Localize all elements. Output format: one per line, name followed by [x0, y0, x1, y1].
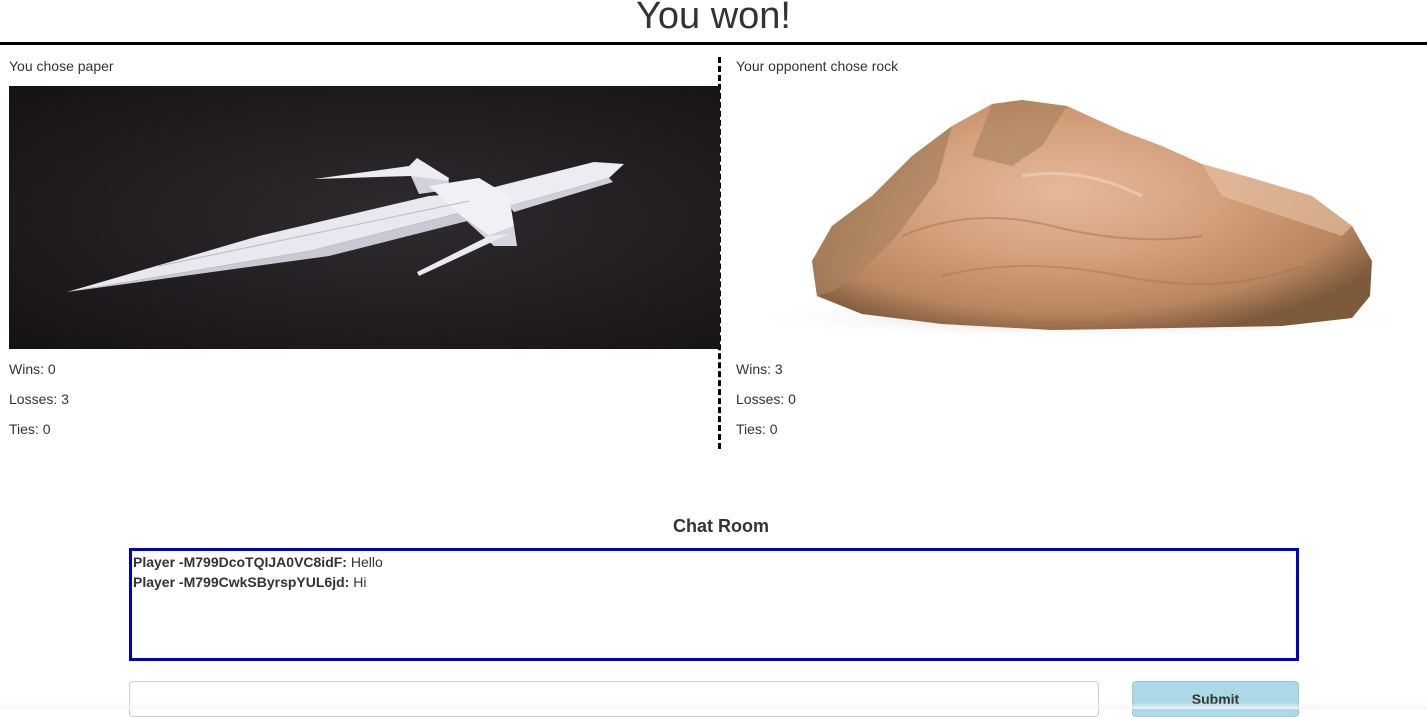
chat-message-text: Hello	[346, 554, 383, 570]
player-choice-text: You chose paper	[9, 58, 114, 74]
player-panel: You chose paper Wins: 0 Losses: 3 Ties: …	[0, 45, 720, 455]
result-title: You won!	[636, 0, 791, 37]
submit-button[interactable]: Submit	[1132, 681, 1299, 717]
opponent-choice-text: Your opponent chose rock	[736, 58, 899, 74]
rock-image	[722, 86, 1427, 349]
chat-message-sender: Player -M799CwkSByrspYUL6jd:	[133, 574, 350, 590]
opponent-ties: Ties: 0	[736, 421, 778, 437]
player-losses: Losses: 3	[9, 391, 69, 407]
paper-origami-sword-image	[9, 86, 720, 349]
chat-message-input[interactable]	[129, 681, 1099, 717]
opponent-wins: Wins: 3	[736, 361, 783, 377]
chat-message-sender: Player -M799DcoTQIJA0VC8idF:	[133, 554, 347, 570]
chat-message: Player -M799DcoTQIJA0VC8idF: Hello	[132, 552, 1296, 572]
opponent-losses: Losses: 0	[736, 391, 796, 407]
chat-message: Player -M799CwkSByrspYUL6jd: Hi	[132, 572, 1296, 592]
chat-messages[interactable]: Player -M799DcoTQIJA0VC8idF: Hello Playe…	[129, 548, 1299, 661]
opponent-panel: Your opponent chose rock Wins: 3 Losses:…	[722, 45, 1427, 455]
chat-room-title: Chat Room	[673, 516, 769, 536]
chat-message-text: Hi	[349, 574, 367, 590]
player-ties: Ties: 0	[9, 421, 51, 437]
player-wins: Wins: 0	[9, 361, 56, 377]
